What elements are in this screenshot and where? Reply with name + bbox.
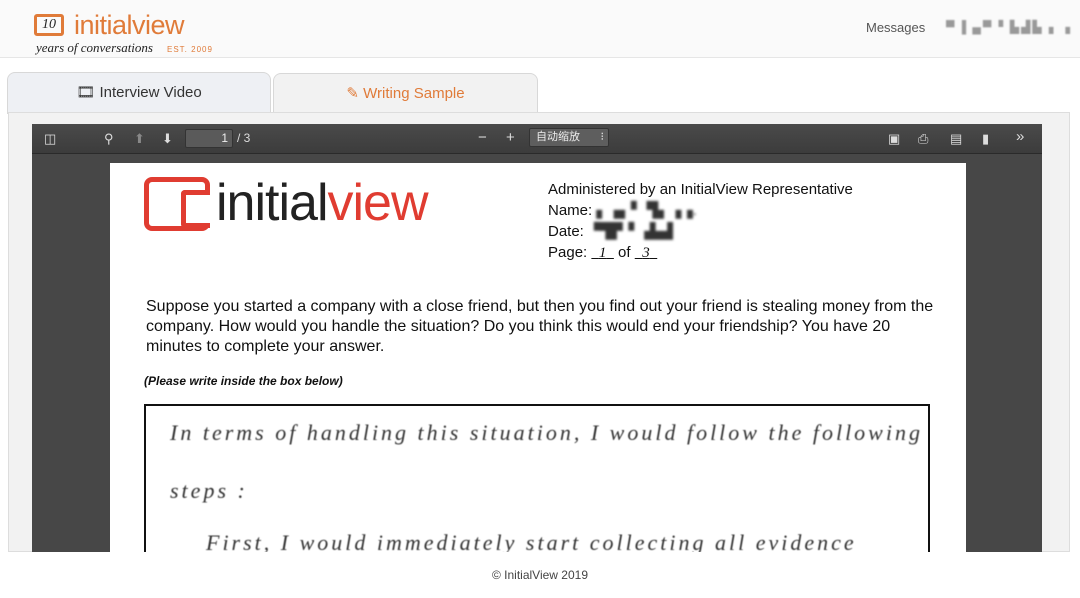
site-header: 10 initialview years of conversations ES… (0, 0, 1080, 58)
zoom-select[interactable]: 自动缩放 ⁝ (529, 128, 609, 147)
handwriting-line: steps : (170, 478, 248, 503)
pdf-toolbar: ◫ ⚲ ⬆ ⬇ 1 / 3 − + 自动缩放 ⁝ ▣ ⎙ ▤ ▮ » (32, 124, 1042, 154)
presentation-mode-icon[interactable]: ▣ (888, 131, 900, 147)
print-icon[interactable]: ⎙ (918, 131, 928, 147)
logo-tagline: years of conversations (36, 40, 153, 55)
tools-menu-icon[interactable]: » (1016, 128, 1024, 145)
zoom-out-button[interactable]: − (478, 129, 487, 146)
download-icon[interactable]: ▤ (950, 131, 962, 147)
previous-page-icon[interactable]: ⬆ (134, 131, 145, 147)
next-page-icon[interactable]: ⬇ (162, 131, 173, 147)
date-value: ▝▜▛▝ ▗▙▟ (588, 223, 673, 240)
sidebar-toggle-icon[interactable]: ◫ (44, 131, 56, 147)
essay-prompt: Suppose you started a company with a clo… (146, 298, 934, 355)
tab-interview-video[interactable]: 🎞 Interview Video (7, 72, 271, 114)
tab-writing-sample[interactable]: ✎ Writing Sample (273, 73, 538, 115)
page-value: 1 (598, 245, 607, 261)
page-total: 3 (642, 245, 650, 261)
pencil-icon: ✎ (346, 85, 359, 102)
pdf-page: initialview Administered by an InitialVi… (110, 163, 966, 552)
initialview-logo[interactable]: 10 initialview years of conversations ES… (22, 8, 222, 58)
page-number-input[interactable]: 1 (185, 129, 233, 148)
footer: © InitialView 2019 (0, 552, 1080, 591)
zoom-in-button[interactable]: + (506, 129, 515, 146)
search-icon[interactable]: ⚲ (104, 131, 114, 147)
tab-label: Interview Video (99, 84, 202, 101)
document-logo-word: initialview (216, 174, 429, 232)
page-label: Page: (548, 244, 588, 261)
user-menu[interactable]: ▀ ▌▄▀ ▘▙▟▙ ▖ ▖ (946, 20, 1077, 34)
name-value: ▖▗▖▘ ▜▖▗▗. (596, 202, 697, 219)
handwriting-line: First, I would immediately start collect… (206, 530, 857, 552)
pdf-viewer: ◫ ⚲ ⬆ ⬇ 1 / 3 − + 自动缩放 ⁝ ▣ ⎙ ▤ ▮ » initi… (32, 124, 1042, 552)
administration-info: Administered by an InitialView Represent… (548, 179, 853, 264)
logo-badge: 10 (34, 14, 64, 36)
page-count: / 3 (237, 131, 251, 145)
messages-link[interactable]: Messages (866, 20, 925, 35)
instruction-text: (Please write inside the box below) (144, 374, 343, 388)
answer-box: In terms of handling this situation, I w… (144, 404, 930, 552)
initialview-camera-logo-icon (144, 177, 210, 231)
logo-word: initialview (74, 10, 185, 40)
logo-est: EST. 2009 (167, 45, 213, 54)
page-of: of (618, 244, 631, 261)
zoom-value: 自动缩放 (536, 131, 580, 143)
administered-text: Administered by an InitialView Represent… (548, 181, 853, 198)
name-label: Name: (548, 202, 593, 219)
date-label: Date: (548, 223, 584, 240)
film-icon: 🎞 (76, 84, 96, 101)
bookmark-icon[interactable]: ▮ (982, 131, 989, 147)
select-arrows-icon: ⁝ (600, 131, 605, 143)
tab-label: Writing Sample (363, 85, 465, 102)
handwriting-line: In terms of handling this situation, I w… (170, 420, 923, 445)
